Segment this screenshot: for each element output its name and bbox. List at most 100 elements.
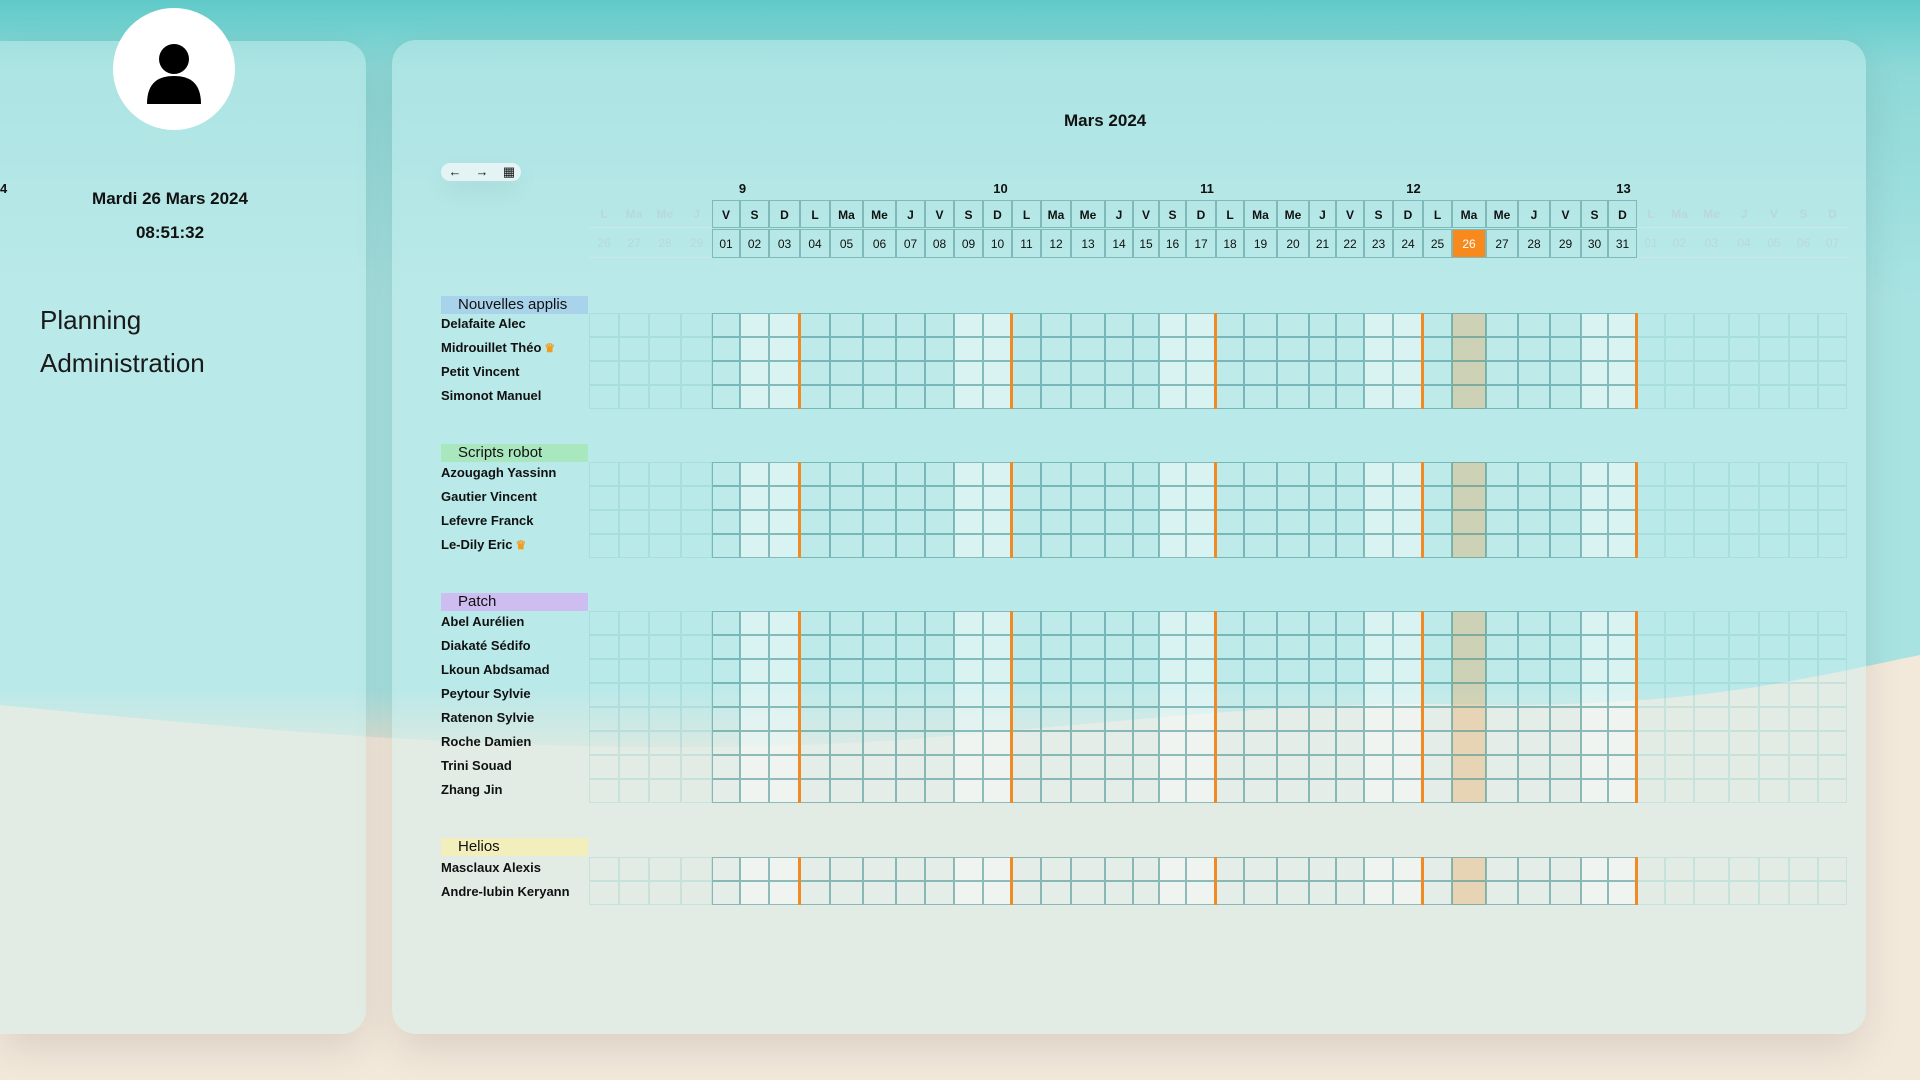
day-cell[interactable] [1159, 385, 1186, 409]
day-cell[interactable] [800, 779, 830, 803]
day-cell[interactable] [1133, 611, 1159, 635]
day-cell[interactable] [1518, 707, 1550, 731]
day-number[interactable]: 08 [925, 229, 954, 258]
day-cell[interactable] [1012, 313, 1041, 337]
day-cell[interactable] [1423, 857, 1452, 881]
day-cell[interactable] [1186, 779, 1216, 803]
day-cell[interactable] [769, 313, 800, 337]
day-cell[interactable] [1336, 510, 1364, 534]
day-cell[interactable] [769, 755, 800, 779]
day-cell[interactable] [1486, 635, 1518, 659]
day-cell[interactable] [896, 659, 925, 683]
day-cell[interactable] [1105, 683, 1133, 707]
day-cell[interactable] [954, 313, 983, 337]
day-number[interactable]: 13 [1071, 229, 1105, 258]
day-cell[interactable] [1452, 313, 1486, 337]
day-cell[interactable] [1518, 683, 1550, 707]
day-cell[interactable] [1159, 313, 1186, 337]
day-cell[interactable] [1518, 337, 1550, 361]
day-cell[interactable] [1012, 779, 1041, 803]
day-cell[interactable] [1133, 707, 1159, 731]
day-cell[interactable] [1393, 707, 1423, 731]
day-cell[interactable] [1309, 313, 1336, 337]
day-number[interactable]: 02 [1665, 229, 1694, 258]
day-cell[interactable] [983, 385, 1012, 409]
day-cell[interactable] [1133, 755, 1159, 779]
day-cell[interactable] [1309, 857, 1336, 881]
day-cell[interactable] [712, 385, 740, 409]
day-cell[interactable] [800, 534, 830, 558]
day-cell[interactable] [1041, 683, 1071, 707]
day-cell[interactable] [1133, 337, 1159, 361]
day-cell[interactable] [1186, 611, 1216, 635]
day-cell[interactable] [1393, 755, 1423, 779]
day-cell[interactable] [925, 361, 954, 385]
day-number[interactable]: 27 [1486, 229, 1518, 258]
day-cell[interactable] [1309, 731, 1336, 755]
day-cell[interactable] [1518, 462, 1550, 486]
day-cell[interactable] [1244, 361, 1277, 385]
day-cell[interactable] [1336, 707, 1364, 731]
day-cell[interactable] [1012, 385, 1041, 409]
day-cell[interactable] [1486, 313, 1518, 337]
day-cell[interactable] [863, 534, 896, 558]
day-cell[interactable] [1486, 486, 1518, 510]
day-cell[interactable] [1393, 731, 1423, 755]
day-cell[interactable] [1423, 707, 1452, 731]
day-cell[interactable] [1486, 755, 1518, 779]
day-cell[interactable] [830, 462, 863, 486]
day-number[interactable]: 03 [1694, 229, 1729, 258]
day-cell[interactable] [1486, 857, 1518, 881]
day-cell[interactable] [1581, 361, 1608, 385]
day-number[interactable]: 22 [1336, 229, 1364, 258]
day-cell[interactable] [830, 385, 863, 409]
day-cell[interactable] [1186, 857, 1216, 881]
day-cell[interactable] [1452, 385, 1486, 409]
day-cell[interactable] [1277, 510, 1309, 534]
day-cell[interactable] [1486, 731, 1518, 755]
day-cell[interactable] [1518, 313, 1550, 337]
day-cell[interactable] [1364, 486, 1393, 510]
day-cell[interactable] [983, 462, 1012, 486]
day-cell[interactable] [1071, 361, 1105, 385]
day-cell[interactable] [1393, 361, 1423, 385]
day-cell[interactable] [1041, 707, 1071, 731]
day-cell[interactable] [1244, 611, 1277, 635]
day-cell[interactable] [954, 731, 983, 755]
day-cell[interactable] [1105, 731, 1133, 755]
day-cell[interactable] [1423, 683, 1452, 707]
day-cell[interactable] [1277, 857, 1309, 881]
today-marker[interactable]: 26 [1452, 229, 1486, 258]
day-cell[interactable] [1581, 683, 1608, 707]
day-cell[interactable] [954, 635, 983, 659]
day-cell[interactable] [1041, 731, 1071, 755]
day-cell[interactable] [1041, 534, 1071, 558]
day-cell[interactable] [1071, 313, 1105, 337]
day-number[interactable]: 15 [1133, 229, 1159, 258]
day-cell[interactable] [1216, 361, 1244, 385]
day-cell[interactable] [925, 337, 954, 361]
day-cell[interactable] [863, 755, 896, 779]
day-cell[interactable] [954, 361, 983, 385]
day-cell[interactable] [1581, 755, 1608, 779]
day-cell[interactable] [1071, 683, 1105, 707]
day-cell[interactable] [983, 683, 1012, 707]
day-cell[interactable] [925, 707, 954, 731]
day-cell[interactable] [896, 510, 925, 534]
day-cell[interactable] [1608, 755, 1637, 779]
day-cell[interactable] [925, 611, 954, 635]
day-cell[interactable] [1309, 779, 1336, 803]
day-cell[interactable] [863, 881, 896, 905]
day-cell[interactable] [1581, 313, 1608, 337]
day-cell[interactable] [1216, 611, 1244, 635]
day-cell[interactable] [1186, 683, 1216, 707]
day-cell[interactable] [1133, 731, 1159, 755]
day-cell[interactable] [1364, 337, 1393, 361]
day-cell[interactable] [1393, 510, 1423, 534]
day-cell[interactable] [1393, 881, 1423, 905]
day-cell[interactable] [1041, 462, 1071, 486]
day-cell[interactable] [1309, 486, 1336, 510]
day-cell[interactable] [1105, 881, 1133, 905]
day-cell[interactable] [1452, 534, 1486, 558]
day-number[interactable]: 01 [1637, 229, 1665, 258]
